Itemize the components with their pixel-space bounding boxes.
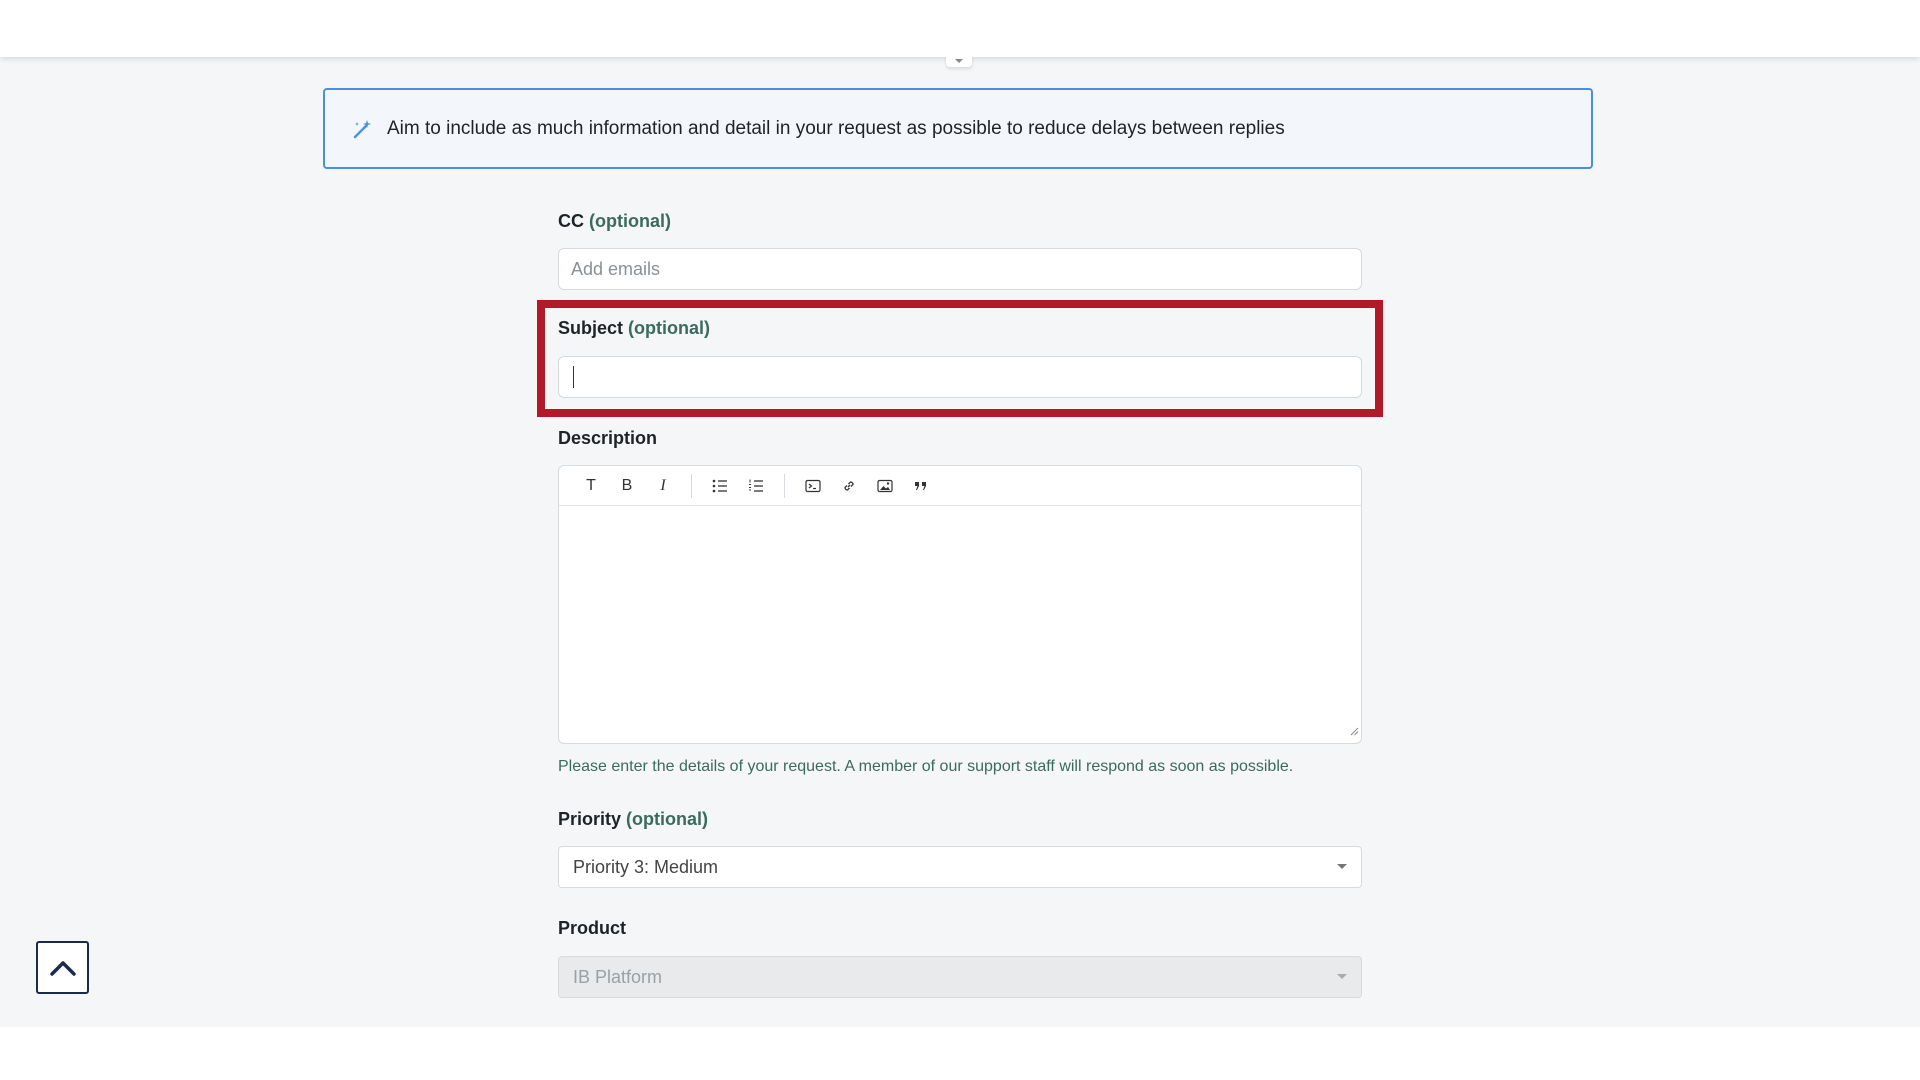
numbered-list-icon[interactable] [738,471,774,501]
editor-toolbar: T B I [559,466,1361,506]
product-label-text: Product [558,918,627,938]
priority-label: Priority (optional) [558,809,708,830]
italic-icon[interactable]: I [645,471,681,501]
subject-label-text: Subject [558,318,624,338]
text-cursor [573,366,574,388]
cc-label-text: CC [558,211,584,231]
text-style-icon[interactable]: T [573,471,609,501]
dropdown-arrow-icon [1337,974,1347,979]
collapse-header-toggle[interactable] [946,55,972,67]
chevron-up-icon [49,960,76,976]
product-value: IB Platform [573,966,663,987]
description-help-text: Please enter the details of your request… [558,758,1294,775]
toolbar-divider [784,473,785,498]
description-editor[interactable]: T B I [558,465,1362,744]
description-label: Description [558,428,657,449]
priority-value: Priority 3: Medium [573,856,719,877]
priority-select[interactable]: Priority 3: Medium [558,846,1362,888]
dropdown-arrow-icon [1337,864,1347,869]
image-icon[interactable] [867,471,903,501]
cc-placeholder: Add emails [571,258,661,279]
link-icon[interactable] [831,471,867,501]
description-label-text: Description [558,428,658,448]
top-bar [0,0,1920,57]
toolbar-divider [691,473,692,498]
cc-optional-text: (optional) [589,211,671,231]
quote-icon[interactable] [903,471,939,501]
scroll-to-top-button[interactable] [36,941,89,994]
info-banner: Aim to include as much information and d… [323,88,1593,169]
product-select[interactable]: IB Platform [558,956,1362,998]
bulleted-list-icon[interactable] [702,471,738,501]
resize-handle-icon[interactable] [1349,723,1359,741]
subject-label: Subject (optional) [558,318,710,339]
magic-wand-icon [351,118,373,140]
product-label: Product [558,918,626,939]
info-banner-text: Aim to include as much information and d… [387,117,1285,139]
priority-label-text: Priority [558,809,622,829]
priority-optional-text: (optional) [626,809,709,829]
chevron-down-icon [955,59,963,63]
subject-optional-text: (optional) [628,318,711,338]
cc-email-input[interactable]: Add emails [558,248,1362,290]
code-block-icon[interactable] [795,471,831,501]
bold-icon[interactable]: B [609,471,645,501]
subject-input[interactable] [558,356,1362,398]
cc-label: CC (optional) [558,211,671,232]
